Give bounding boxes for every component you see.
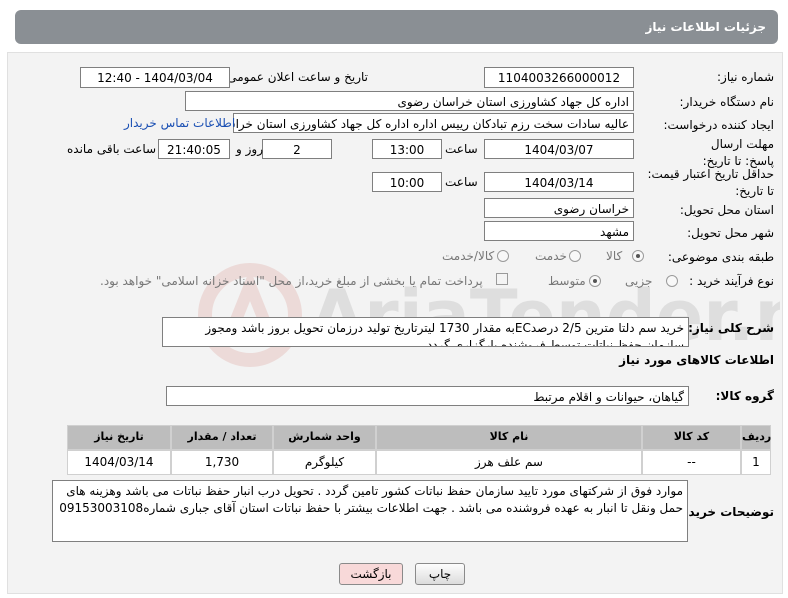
delivery-province-label: استان محل تحویل: — [679, 203, 774, 217]
reply-time-label: ساعت — [445, 142, 478, 156]
goods-group-label: گروه کالا: — [715, 389, 774, 403]
goods-section-title: اطلاعات کالاهای مورد نیاز — [619, 353, 774, 367]
requester-field: عالیه سادات سخت رزم تبادکان رییس اداره ا… — [233, 113, 634, 133]
goods-table: ردیف کد کالا نام کالا واحد شمارش تعداد /… — [33, 425, 771, 475]
goods-group-field: گیاهان، حیوانات و اقلام مرتبط — [166, 386, 689, 406]
table-cell-row-num: 1 — [741, 450, 771, 475]
panel-header: جزئیات اطلاعات نیاز — [15, 10, 778, 44]
buyer-notes-textarea[interactable]: موارد فوق از شرکتهای مورد تایید سازمان ح… — [52, 480, 688, 542]
reply-deadline-label: مهلت ارسال پاسخ: تا تاریخ: — [702, 137, 774, 168]
delivery-city-field: مشهد — [484, 221, 634, 241]
description-textarea[interactable]: خرید سم دلتا مترین 2/5 درصدECبه مقدار 17… — [162, 317, 689, 347]
table-header-quantity: تعداد / مقدار — [171, 425, 273, 450]
table-cell-name: سم علف هرز — [376, 450, 642, 475]
table-header-unit: واحد شمارش — [273, 425, 376, 450]
remaining-time: 21:40:05 — [158, 139, 230, 159]
treasury-checkbox[interactable] — [496, 273, 508, 285]
purchase-option-minor: جزیی — [625, 274, 653, 288]
category-label: طبقه بندی موضوعی: — [667, 250, 774, 264]
page-title: جزئیات اطلاعات نیاز — [645, 20, 766, 34]
table-cell-code: -- — [642, 450, 741, 475]
reply-deadline-time: 13:00 — [372, 139, 442, 159]
price-validity-time: 10:00 — [372, 172, 442, 192]
delivery-province-field: خراسان رضوی — [484, 198, 634, 218]
price-validity-date: 1404/03/14 — [484, 172, 634, 192]
print-button[interactable]: چاپ — [415, 563, 465, 585]
delivery-city-label: شهر محل تحویل: — [687, 226, 774, 240]
remaining-days: 2 — [262, 139, 332, 159]
category-radio-goods[interactable] — [632, 250, 644, 262]
table-header-date: تاریخ نیاز — [67, 425, 171, 450]
purchase-radio-minor[interactable] — [666, 275, 678, 287]
table-cell-quantity: 1,730 — [171, 450, 273, 475]
table-cell-date: 1404/03/14 — [67, 450, 171, 475]
table-header-name: نام کالا — [376, 425, 642, 450]
price-validity-label: حداقل تاریخ اعتبار قیمت: تا تاریخ: — [647, 167, 774, 198]
buyer-contact-link[interactable]: اطلاعات تماس خریدار — [124, 116, 235, 130]
category-option-service: خدمت — [535, 249, 567, 263]
need-number-label: شماره نیاز: — [717, 70, 774, 84]
purchase-type-label: نوع فرآیند خرید : — [689, 274, 774, 288]
buyer-org-label: نام دستگاه خریدار: — [679, 95, 775, 109]
requester-label: ایجاد کننده درخواست: — [663, 118, 774, 132]
back-button[interactable]: بازگشت — [339, 563, 403, 585]
purchase-radio-medium[interactable] — [589, 275, 601, 287]
category-option-both: کالا/خدمت — [442, 249, 495, 263]
category-option-goods: کالا — [606, 249, 623, 263]
days-label: روز و — [236, 142, 263, 156]
category-radio-both[interactable] — [497, 250, 509, 262]
category-radio-service[interactable] — [569, 250, 581, 262]
table-cell-unit: کیلوگرم — [273, 450, 376, 475]
price-time-label: ساعت — [445, 175, 478, 189]
announce-datetime-label: تاریخ و ساعت اعلان عمومی: — [223, 70, 368, 84]
need-number-field: 1104003266000012 — [484, 67, 634, 88]
announce-datetime-field: 1404/03/04 - 12:40 — [80, 67, 230, 88]
treasury-note: پرداخت تمام یا بخشی از مبلغ خرید،از محل … — [100, 274, 483, 288]
description-label: شرح کلی نیاز: — [688, 321, 774, 335]
buyer-org-field: اداره کل جهاد کشاورزی استان خراسان رضوی — [185, 91, 634, 111]
remaining-label: ساعت باقی مانده — [67, 142, 157, 156]
purchase-option-medium: متوسط — [548, 274, 586, 288]
reply-deadline-date: 1404/03/07 — [484, 139, 634, 159]
table-header-code: کد کالا — [642, 425, 741, 450]
table-header-row-num: ردیف — [741, 425, 771, 450]
